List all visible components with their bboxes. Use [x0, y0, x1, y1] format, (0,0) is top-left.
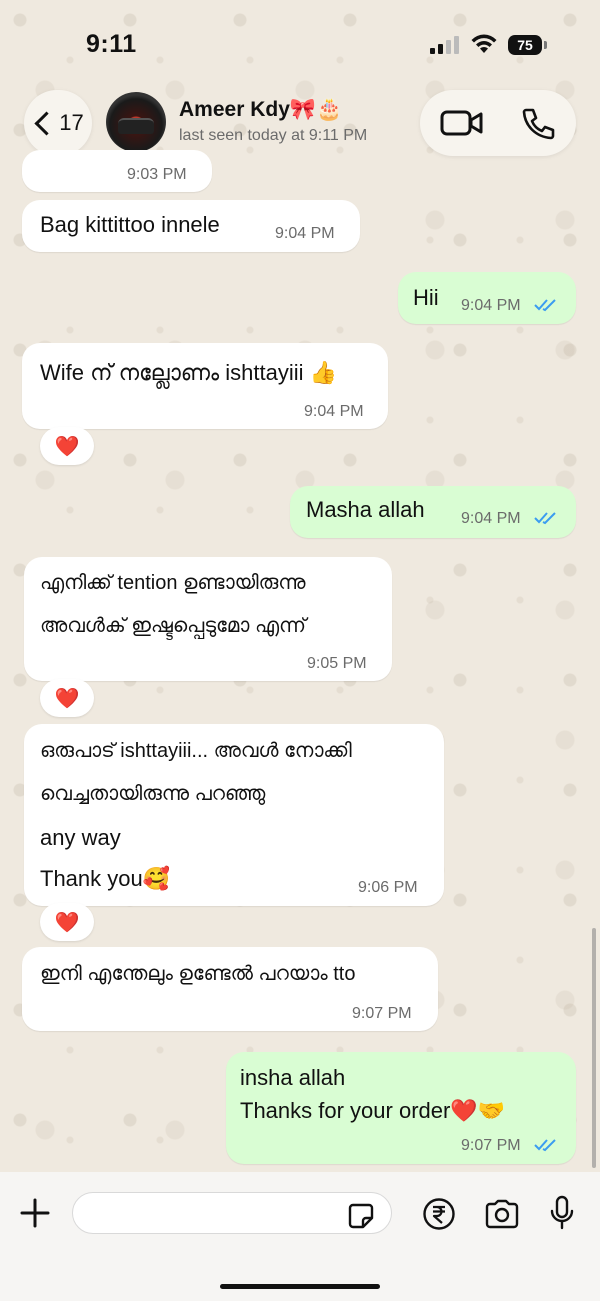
message-time: 9:04 PM	[461, 297, 521, 314]
message-time: 9:04 PM	[461, 510, 521, 527]
message-time: 9:04 PM	[275, 225, 335, 242]
message-text: Masha allah	[306, 497, 425, 522]
message-text: അവൾക് ഇഷ്ടപ്പെടുമോ എന്ന്	[40, 615, 307, 637]
message-time: 9:05 PM	[307, 655, 367, 672]
message-text: Thanks for your order❤️🤝	[240, 1098, 506, 1123]
wifi-icon	[471, 34, 497, 53]
message-text: ഇനി എന്തേലും ഉണ്ടേൽ പറയാം tto	[40, 963, 356, 985]
read-receipt-icon	[534, 299, 556, 312]
status-bar: 9:11 75	[0, 0, 600, 88]
message-text: Wife ന് നല്ലോണം ishttayiii 👍	[40, 360, 338, 385]
status-time: 9:11	[86, 30, 137, 58]
battery-indicator: 75	[508, 35, 547, 55]
message-text: Thank you🥰	[40, 866, 171, 891]
message-reaction[interactable]: ❤️	[40, 427, 94, 465]
microphone-icon[interactable]	[550, 1195, 574, 1231]
message-text: insha allah	[240, 1065, 346, 1090]
read-receipt-icon	[534, 512, 556, 525]
message-time: 9:07 PM	[352, 1005, 412, 1022]
message-time: 9:07 PM	[461, 1137, 521, 1154]
message-time: 9:04 PM	[304, 403, 364, 420]
heart-icon: ❤️	[54, 911, 80, 934]
home-indicator	[220, 1284, 380, 1289]
message-text: വെച്ചതായിരുന്നു പറഞ്ഞു	[40, 783, 266, 805]
message-text: Bag kittittoo innele	[40, 212, 220, 237]
read-receipt-icon	[534, 1139, 556, 1152]
camera-icon[interactable]	[484, 1199, 520, 1229]
message-text: any way	[40, 825, 121, 850]
heart-icon: ❤️	[54, 435, 80, 458]
rupee-icon[interactable]	[422, 1197, 456, 1231]
composer-bar	[0, 1172, 600, 1301]
heart-icon: ❤️	[54, 687, 80, 710]
plus-icon[interactable]	[20, 1198, 50, 1228]
message-input[interactable]	[72, 1192, 392, 1234]
scrollbar[interactable]	[592, 928, 596, 1168]
message-text: ഒരുപാട് ishttayiii... അവൾ നോക്കി	[40, 740, 352, 762]
message-time: 9:06 PM	[358, 879, 418, 896]
message-text: Hii	[413, 285, 439, 310]
header-overlay	[0, 88, 600, 166]
cellular-signal-icon	[430, 36, 462, 54]
sticker-icon[interactable]	[348, 1203, 374, 1229]
message-text: എനിക്ക് tention ഉണ്ടായിരുന്നു	[40, 572, 306, 594]
message-reaction[interactable]: ❤️	[40, 679, 94, 717]
message-time: 9:03 PM	[127, 166, 187, 183]
message-reaction[interactable]: ❤️	[40, 903, 94, 941]
